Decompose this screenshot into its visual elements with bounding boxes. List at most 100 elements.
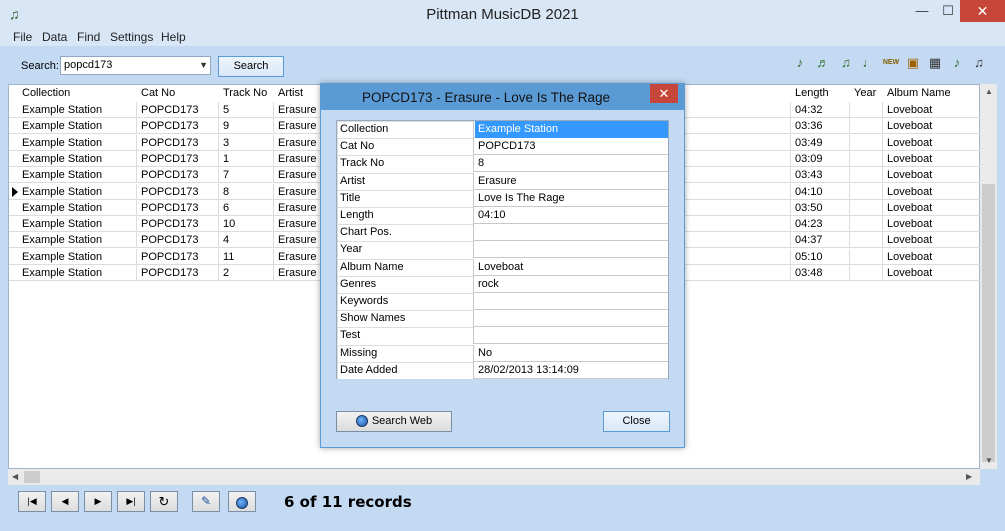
genre-icon[interactable]: ♩ — [860, 54, 878, 72]
dialog-title-bar[interactable]: POPCD173 - Erasure - Love Is The Rage ✕ — [321, 84, 684, 110]
cell-cat-no[interactable]: POPCD173 — [137, 167, 219, 184]
minimize-button[interactable]: — — [909, 0, 935, 22]
cell-album-name[interactable]: Loveboat — [883, 150, 981, 167]
dialog-close-icon[interactable]: ✕ — [650, 84, 678, 103]
detail-value[interactable]: 28/02/2013 13:14:09 — [475, 362, 668, 379]
cell-year[interactable] — [850, 183, 883, 200]
previous-record-button[interactable]: ◀ — [51, 491, 79, 512]
search-button[interactable]: Search — [218, 56, 284, 77]
detail-value[interactable]: rock — [475, 276, 668, 293]
window-close-button[interactable]: ✕ — [960, 0, 1005, 22]
first-record-button[interactable]: |◀ — [18, 491, 46, 512]
detail-value[interactable] — [475, 327, 668, 344]
detail-value[interactable] — [475, 224, 668, 241]
import-icon[interactable]: ♬ — [814, 54, 832, 72]
search-input[interactable]: popcd173 ▼ — [60, 56, 211, 75]
cell-cat-no[interactable]: POPCD173 — [137, 183, 219, 200]
refresh-button[interactable]: ↻ — [150, 491, 178, 512]
cell-year[interactable] — [850, 232, 883, 249]
cell-collection[interactable]: Example Station — [18, 248, 137, 265]
horizontal-scroll-thumb[interactable] — [24, 471, 40, 483]
vertical-scrollbar[interactable]: ▲ ▼ — [980, 84, 997, 469]
cell-album-name[interactable]: Loveboat — [883, 167, 981, 184]
cell-album-name[interactable]: Loveboat — [883, 118, 981, 135]
search-web-button[interactable]: Search Web — [336, 411, 452, 432]
cell-album-name[interactable]: Loveboat — [883, 199, 981, 216]
detail-value[interactable]: No — [475, 345, 668, 362]
new-icon[interactable]: NEW — [882, 54, 900, 72]
cell-track-no[interactable]: 2 — [219, 265, 274, 281]
cell-year[interactable] — [850, 265, 883, 281]
cell-length[interactable]: 05:10 — [791, 248, 850, 265]
last-record-button[interactable]: ▶| — [117, 491, 145, 512]
detail-value[interactable]: POPCD173 — [475, 138, 668, 155]
detail-value[interactable]: 04:10 — [475, 207, 668, 224]
scroll-left-icon[interactable]: ◀ — [12, 472, 18, 481]
column-album-name[interactable]: Album Name — [883, 85, 951, 101]
cell-year[interactable] — [850, 118, 883, 135]
cell-cat-no[interactable]: POPCD173 — [137, 102, 219, 118]
scroll-down-icon[interactable]: ▼ — [985, 456, 993, 465]
cell-length[interactable]: 03:48 — [791, 265, 850, 281]
cell-track-no[interactable]: 7 — [219, 167, 274, 184]
detail-value[interactable] — [475, 310, 668, 327]
cell-collection[interactable]: Example Station — [18, 216, 137, 233]
folder-music-icon[interactable]: ▣ — [904, 54, 922, 72]
chevron-down-icon[interactable]: ▼ — [199, 57, 208, 74]
close-button[interactable]: Close — [603, 411, 670, 432]
detail-value[interactable]: Loveboat — [475, 259, 668, 276]
column-year[interactable]: Year — [850, 85, 876, 101]
playlist-icon[interactable]: ♪ — [948, 54, 966, 72]
cell-cat-no[interactable]: POPCD173 — [137, 134, 219, 151]
cell-cat-no[interactable]: POPCD173 — [137, 216, 219, 233]
cell-year[interactable] — [850, 167, 883, 184]
column-cat-no[interactable]: Cat No — [137, 85, 175, 101]
cell-year[interactable] — [850, 248, 883, 265]
cell-collection[interactable]: Example Station — [18, 167, 137, 184]
next-record-button[interactable]: ▶ — [84, 491, 112, 512]
cell-length[interactable]: 03:09 — [791, 150, 850, 167]
cell-collection[interactable]: Example Station — [18, 102, 137, 118]
maximize-button[interactable]: ☐ — [935, 0, 961, 22]
add-track-icon[interactable]: ♪ — [791, 54, 809, 72]
cell-album-name[interactable]: Loveboat — [883, 232, 981, 249]
music-file-icon[interactable]: ♫ — [970, 54, 988, 72]
edit-button[interactable]: ✎ — [192, 491, 220, 512]
cell-collection[interactable]: Example Station — [18, 150, 137, 167]
cell-album-name[interactable]: Loveboat — [883, 248, 981, 265]
horizontal-scrollbar[interactable]: ◀ ▶ — [8, 469, 980, 485]
web-button[interactable] — [228, 491, 256, 512]
cell-track-no[interactable]: 9 — [219, 118, 274, 135]
cell-album-name[interactable]: Loveboat — [883, 134, 981, 151]
vertical-scroll-thumb[interactable] — [982, 184, 995, 462]
menu-settings[interactable]: Settings — [110, 30, 153, 44]
cell-collection[interactable]: Example Station — [18, 183, 137, 200]
cell-cat-no[interactable]: POPCD173 — [137, 248, 219, 265]
cell-length[interactable]: 04:37 — [791, 232, 850, 249]
cell-collection[interactable]: Example Station — [18, 199, 137, 216]
cell-length[interactable]: 03:36 — [791, 118, 850, 135]
cell-cat-no[interactable]: POPCD173 — [137, 232, 219, 249]
cell-collection[interactable]: Example Station — [18, 134, 137, 151]
menu-file[interactable]: File — [13, 30, 32, 44]
cell-length[interactable]: 04:23 — [791, 216, 850, 233]
cell-year[interactable] — [850, 199, 883, 216]
detail-value[interactable]: Love Is The Rage — [475, 190, 668, 207]
cell-year[interactable] — [850, 150, 883, 167]
cell-collection[interactable]: Example Station — [18, 265, 137, 281]
cell-length[interactable]: 03:43 — [791, 167, 850, 184]
detail-value[interactable] — [475, 241, 668, 258]
scroll-right-icon[interactable]: ▶ — [966, 472, 972, 481]
cell-track-no[interactable]: 5 — [219, 102, 274, 118]
detail-value[interactable]: 8 — [475, 155, 668, 172]
cell-year[interactable] — [850, 216, 883, 233]
cell-track-no[interactable]: 1 — [219, 150, 274, 167]
detail-value[interactable]: Erasure — [475, 173, 668, 190]
detail-value[interactable]: Example Station — [475, 121, 668, 138]
cell-length[interactable]: 04:32 — [791, 102, 850, 118]
column-collection[interactable]: Collection — [18, 85, 70, 101]
cell-track-no[interactable]: 8 — [219, 183, 274, 200]
cell-cat-no[interactable]: POPCD173 — [137, 265, 219, 281]
cell-year[interactable] — [850, 134, 883, 151]
cell-track-no[interactable]: 10 — [219, 216, 274, 233]
